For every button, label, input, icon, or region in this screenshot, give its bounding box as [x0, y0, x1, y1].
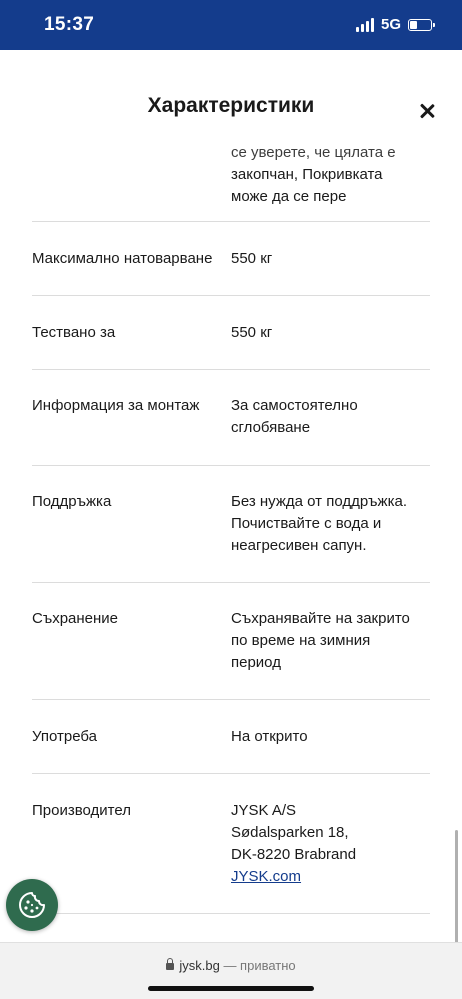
spec-value-line: За самостоятелно — [231, 397, 358, 414]
status-bar: 15:37 5G — [0, 0, 462, 50]
spec-value-line: Почиствайте с вода и — [231, 515, 382, 532]
spec-value: Съхранявайте на закрито по време на зимн… — [231, 608, 430, 699]
spec-list: се уверете, че цялата е закопчан, Покрив… — [0, 142, 462, 914]
spec-value-line: Sødalsparken 18, — [231, 824, 349, 841]
spec-label: Употреба — [32, 728, 97, 745]
spec-value-line: Без нужда от поддръжка. — [231, 493, 407, 510]
cookie-settings-button[interactable] — [6, 879, 58, 931]
scrollbar[interactable] — [455, 830, 458, 942]
spec-value: На открито — [231, 726, 430, 773]
spec-value: Без нужда от поддръжка. Почиствайте с во… — [231, 491, 430, 582]
specifications-sheet: Характеристики се уверете, че цялата е з… — [0, 54, 462, 942]
spec-value-line: 550 кг — [231, 324, 273, 341]
spec-label — [32, 134, 231, 221]
network-label: 5G — [380, 16, 401, 33]
spec-value-line: може да се пере — [231, 188, 347, 205]
sheet-header: Характеристики — [0, 54, 462, 142]
close-icon[interactable] — [418, 102, 436, 120]
spec-row: Съхранение Съхранявайте на закрито по вр… — [32, 583, 430, 700]
spec-row: Поддръжка Без нужда от поддръжка. Почист… — [32, 466, 430, 583]
url-display[interactable]: jysk.bg — приватно — [0, 958, 462, 973]
cookie-icon — [19, 892, 45, 918]
spec-row: Максимално натоварване 550 кг — [32, 222, 430, 296]
spec-value-line: закопчан, Покривката — [231, 166, 383, 183]
spec-value-line: период — [231, 654, 281, 671]
spec-value-line: JYSK A/S — [231, 802, 297, 819]
spec-row: Производител JYSK A/S Sødalsparken 18, D… — [32, 774, 430, 914]
spec-value-line: Съхранявайте на закрито — [231, 610, 410, 627]
spec-value-line: се уверете, че цялата е — [231, 144, 396, 161]
spec-row: Информация за монтаж За самостоятелно сг… — [32, 370, 430, 466]
spec-label: Тествано за — [32, 324, 116, 341]
browser-url-bar[interactable]: jysk.bg — приватно — [0, 942, 462, 999]
sheet-title: Характеристики — [147, 94, 315, 117]
spec-value-line: DK-8220 Brabrand — [231, 846, 357, 863]
spec-value: JYSK A/S Sødalsparken 18, DK-8220 Brabra… — [231, 800, 430, 913]
spec-label: Максимално натоварване — [32, 250, 213, 267]
spec-value: се уверете, че цялата е закопчан, Покрив… — [231, 134, 430, 221]
manufacturer-link[interactable]: JYSK.com — [231, 868, 301, 885]
spec-value-line: На открито — [231, 728, 308, 745]
spec-value-line: сглобяване — [231, 419, 311, 436]
status-icons: 5G — [355, 16, 435, 33]
lock-icon — [166, 958, 175, 970]
status-time: 15:37 — [44, 14, 95, 35]
spec-value-line: по време на зимния — [231, 632, 371, 649]
spec-value: За самостоятелно сглобяване — [231, 395, 430, 465]
spec-row: Тествано за 550 кг — [32, 296, 430, 370]
spec-label: Съхранение — [32, 610, 119, 627]
spec-label: Производител — [32, 802, 131, 819]
url-domain: jysk.bg — [179, 958, 220, 973]
signal-icon — [355, 17, 374, 32]
spec-label: Информация за монтаж — [32, 397, 200, 414]
home-indicator[interactable] — [148, 986, 314, 991]
spec-label: Поддръжка — [32, 493, 112, 510]
spec-value: 550 кг — [231, 248, 430, 295]
spec-row: Употреба На открито — [32, 700, 430, 774]
spec-value-line: неагресивен сапун. — [231, 537, 367, 554]
spec-value: 550 кг — [231, 322, 430, 369]
private-label: — приватно — [223, 958, 296, 973]
spec-value-line: 550 кг — [231, 250, 273, 267]
battery-icon — [408, 18, 435, 31]
spec-row: се уверете, че цялата е закопчан, Покрив… — [32, 134, 430, 222]
